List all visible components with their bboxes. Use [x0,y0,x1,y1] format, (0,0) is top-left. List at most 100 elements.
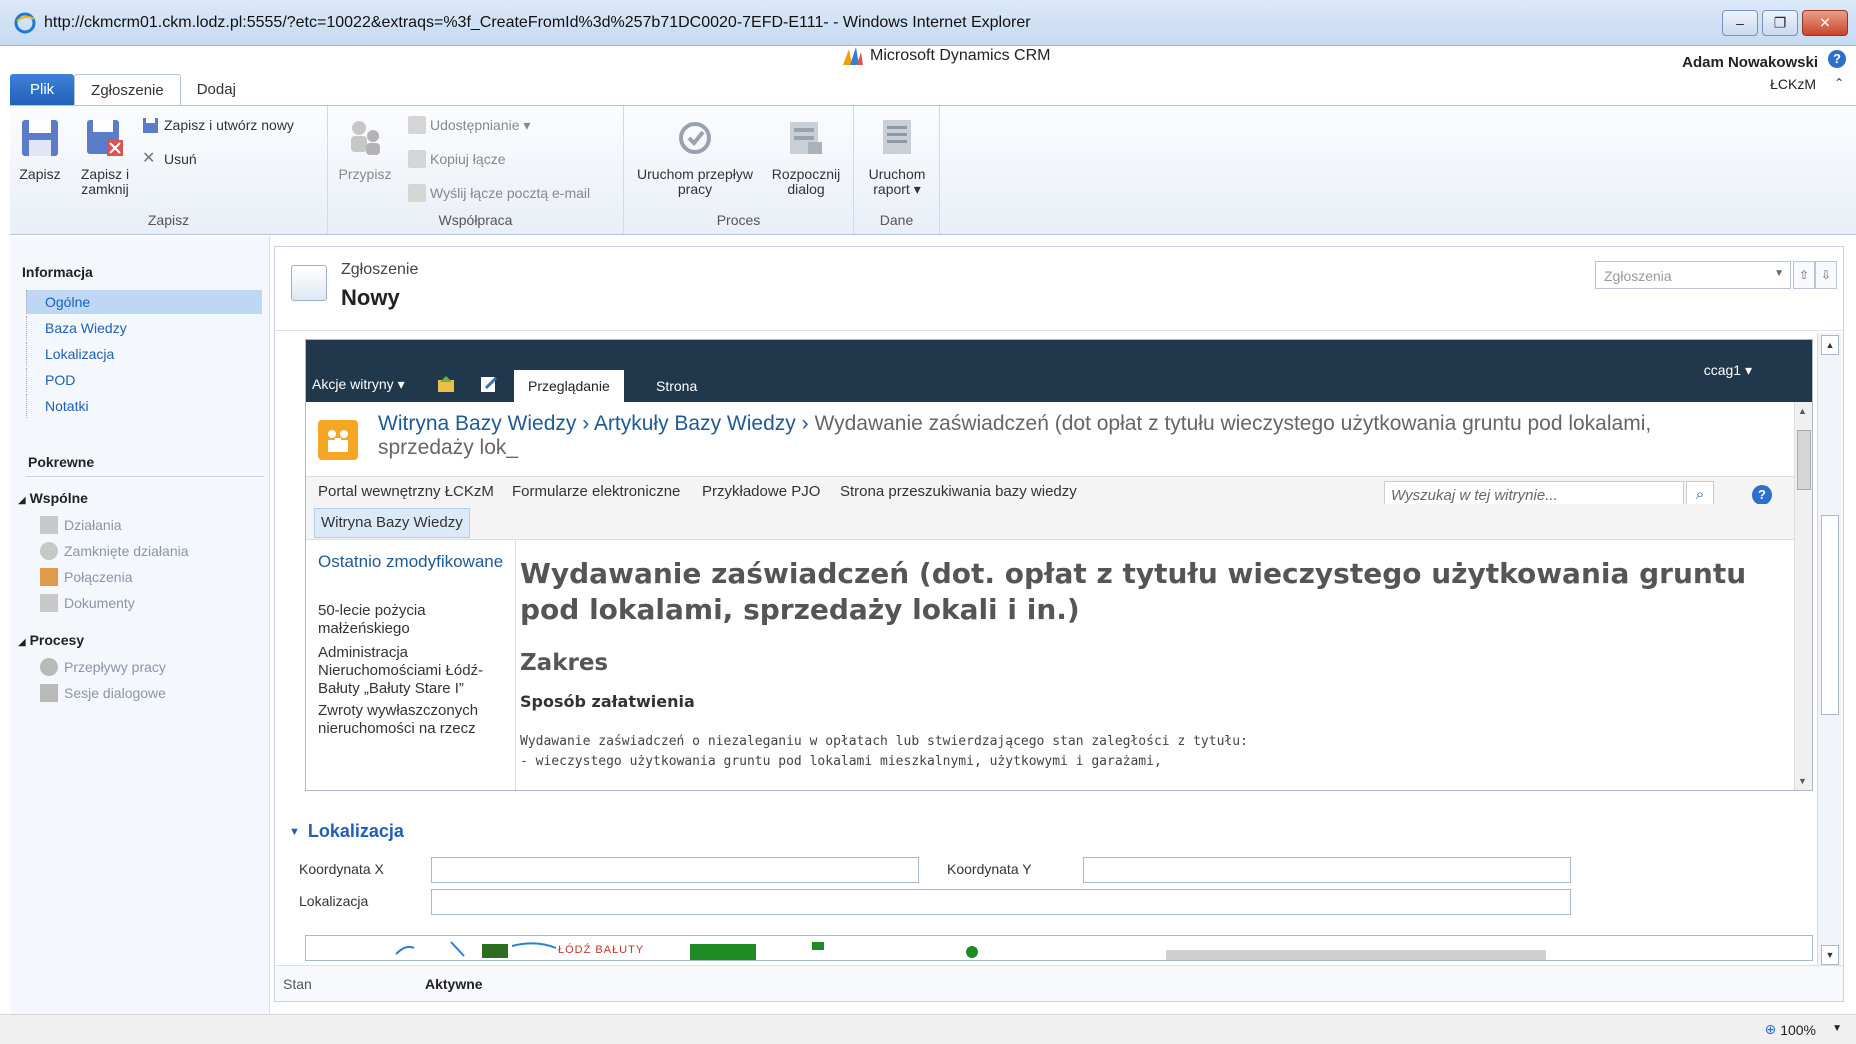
closed-activities-icon [40,542,58,560]
quick-launch: Ostatnio zmodyfikowane 50-lecie pożycia … [306,540,516,790]
sharepoint-title-area: Witryna Bazy Wiedzy › Artykuły Bazy Wied… [306,402,1794,476]
crm-header: Microsoft Dynamics CRM Adam Nowakowski ?… [10,46,1856,108]
edit-page-icon[interactable] [478,374,500,394]
nav-item-activities[interactable]: Działania [40,516,122,534]
email-link-icon [408,184,426,202]
list-item[interactable]: Administracja Nieruchomościami Łódź-Bału… [318,644,508,698]
report-icon [883,120,911,154]
tab-add[interactable]: Dodaj [181,74,252,106]
sharepoint-ribbon: Akcje witryny ▾ Przeglądanie Strona ccag… [306,340,1812,402]
tab-page[interactable]: Strona [642,370,711,402]
ribbon-tabs: Plik Zgłoszenie Dodaj [10,74,252,106]
form-scrollbar[interactable]: ▲ ▼ [1817,333,1841,967]
close-button[interactable]: ✕ [1802,10,1848,36]
ribbon-group-process: Uruchom przepływ pracy Rozpocznij dialog… [624,106,854,234]
nav-group-common[interactable]: ◢ Wspólne [18,490,88,506]
dialog-sessions-icon [40,684,58,702]
breadcrumb-articles[interactable]: Artykuły Bazy Wiedzy [594,412,796,435]
start-dialog-button[interactable]: Rozpocznij dialog [766,116,846,197]
nav-portal[interactable]: Portal wewnętrzny ŁCKzM [318,483,494,500]
breadcrumb-site[interactable]: Witryna Bazy Wiedzy [378,412,576,435]
section-scope: Zakres [520,650,609,676]
expand-triangle-icon: ◢ [18,637,26,648]
list-item[interactable]: 50-lecie pożycia małżeńskiego [318,602,508,638]
browser-statusbar: ⊕ 100% ▼ [0,1014,1856,1044]
nav-item-location[interactable]: Lokalizacja [26,342,262,366]
save-icon [22,120,58,156]
run-report-button[interactable]: Uruchom raport ▾ [862,116,932,197]
copy-link-icon [408,150,426,168]
run-workflow-button[interactable]: Uruchom przepływ pracy [630,116,760,197]
article-text: - wieczystego użytkowania gruntu pod lok… [520,754,1162,769]
brand-name: Microsoft Dynamics CRM [870,47,1051,64]
next-record-button[interactable]: ⇩ [1815,261,1837,289]
form-selector[interactable]: Zgłoszenia ▼ [1595,261,1791,289]
nav-item-pod[interactable]: POD [26,368,262,392]
documents-icon [40,594,58,612]
ribbon-group-label: Współpraca [438,212,513,228]
navigate-up-icon[interactable] [436,374,458,394]
zoom-control[interactable]: ⊕ 100% [1764,1021,1816,1038]
previous-record-button[interactable]: ⇧ [1793,261,1815,289]
location-input[interactable] [431,889,1571,915]
email-link-button[interactable]: Wyślij łącze pocztą e-mail [408,184,590,202]
section-procedure: Sposób załatwienia [520,692,695,711]
delete-button[interactable]: ✕ Usuń [142,150,197,168]
case-form: Zgłoszenie Nowy Zgłoszenia ▼ ⇧ ⇩ Akcje wi… [274,246,1844,1002]
assign-button[interactable]: Przypisz [338,116,392,182]
tab-browse[interactable]: Przeglądanie [514,370,624,402]
nav-forms[interactable]: Formularze elektroniczne [512,483,680,500]
collapse-ribbon-icon[interactable]: ⌃ [1834,76,1844,90]
save-button[interactable]: Zapisz [18,116,62,182]
coord-y-input[interactable] [1083,857,1571,883]
nav-item-notes[interactable]: Notatki [26,394,262,418]
window-title: http://ckmcrm01.ckm.lodz.pl:5555/?etc=10… [44,14,1031,31]
save-close-button[interactable]: Zapisz i zamknij [76,116,134,197]
brand: Microsoft Dynamics CRM [842,46,1050,66]
map-label: ŁÓDŹ BAŁUTY [558,944,645,956]
recently-modified-heading[interactable]: Ostatnio zmodyfikowane [318,552,503,572]
map-preview[interactable]: ŁÓDŹ BAŁUTY [305,935,1813,961]
sharepoint-user-menu[interactable]: ccag1 ▾ [1704,362,1752,379]
breadcrumb: Witryna Bazy Wiedzy › Artykuły Bazy Wied… [378,412,1652,459]
minimize-button[interactable]: – [1722,10,1758,36]
help-icon[interactable]: ? [1828,50,1846,68]
location-section-header[interactable]: ▼ Lokalizacja [289,821,404,842]
nav-item-knowledge-base[interactable]: Baza Wiedzy [26,316,262,340]
coord-x-input[interactable] [431,857,919,883]
nav-item-dialog-sessions[interactable]: Sesje dialogowe [40,684,166,702]
nav-item-connections[interactable]: Połączenia [40,568,133,586]
ribbon-group-label: Proces [716,212,761,228]
ribbon-group-label: Dane [879,212,914,228]
chevron-down-icon[interactable]: ▼ [1832,1023,1842,1034]
tab-file[interactable]: Plik [10,74,75,106]
nav-heading-related: Pokrewne [28,454,95,470]
activities-icon [40,516,58,534]
workflows-icon [40,658,58,676]
iframe-scrollbar[interactable]: ▲ ▼ [1794,402,1812,790]
user-name[interactable]: Adam Nowakowski [1682,54,1818,71]
list-item[interactable]: Zwroty wywłaszczonych nieruchomości na r… [318,702,508,738]
maximize-button[interactable]: ❐ [1762,10,1798,36]
site-actions-menu[interactable]: Akcje witryny ▾ [312,376,405,393]
nav-item-general[interactable]: Ogólne [26,290,262,314]
help-icon[interactable]: ? [1752,485,1772,505]
share-button[interactable]: Udostępnianie ▾ [408,116,530,134]
nav-kb-search[interactable]: Strona przeszukiwania bazy wiedzy [840,483,1077,500]
nav-sample-pjo[interactable]: Przykładowe PJO [702,483,820,500]
nav-item-documents[interactable]: Dokumenty [40,594,135,612]
organization-name[interactable]: ŁCKzM [1770,76,1816,92]
tab-case[interactable]: Zgłoszenie [74,74,181,106]
nav-group-processes[interactable]: ◢ Procesy [18,632,84,648]
record-name: Nowy [341,285,400,310]
nav-item-closed-activities[interactable]: Zamknięte działania [40,542,189,560]
nav-kb-site[interactable]: Witryna Bazy Wiedzy [314,508,470,538]
dialog-icon [790,122,822,154]
workflow-icon [679,122,711,154]
save-new-button[interactable]: Zapisz i utwórz nowy [142,116,294,134]
copy-link-button[interactable]: Kopiuj łącze [408,150,506,168]
expand-triangle-icon: ◢ [18,495,26,506]
ribbon-group-data: Uruchom raport ▾ Dane [854,106,940,234]
nav-item-workflows[interactable]: Przepływy pracy [40,658,166,676]
restore-icon: ❐ [1773,14,1787,31]
